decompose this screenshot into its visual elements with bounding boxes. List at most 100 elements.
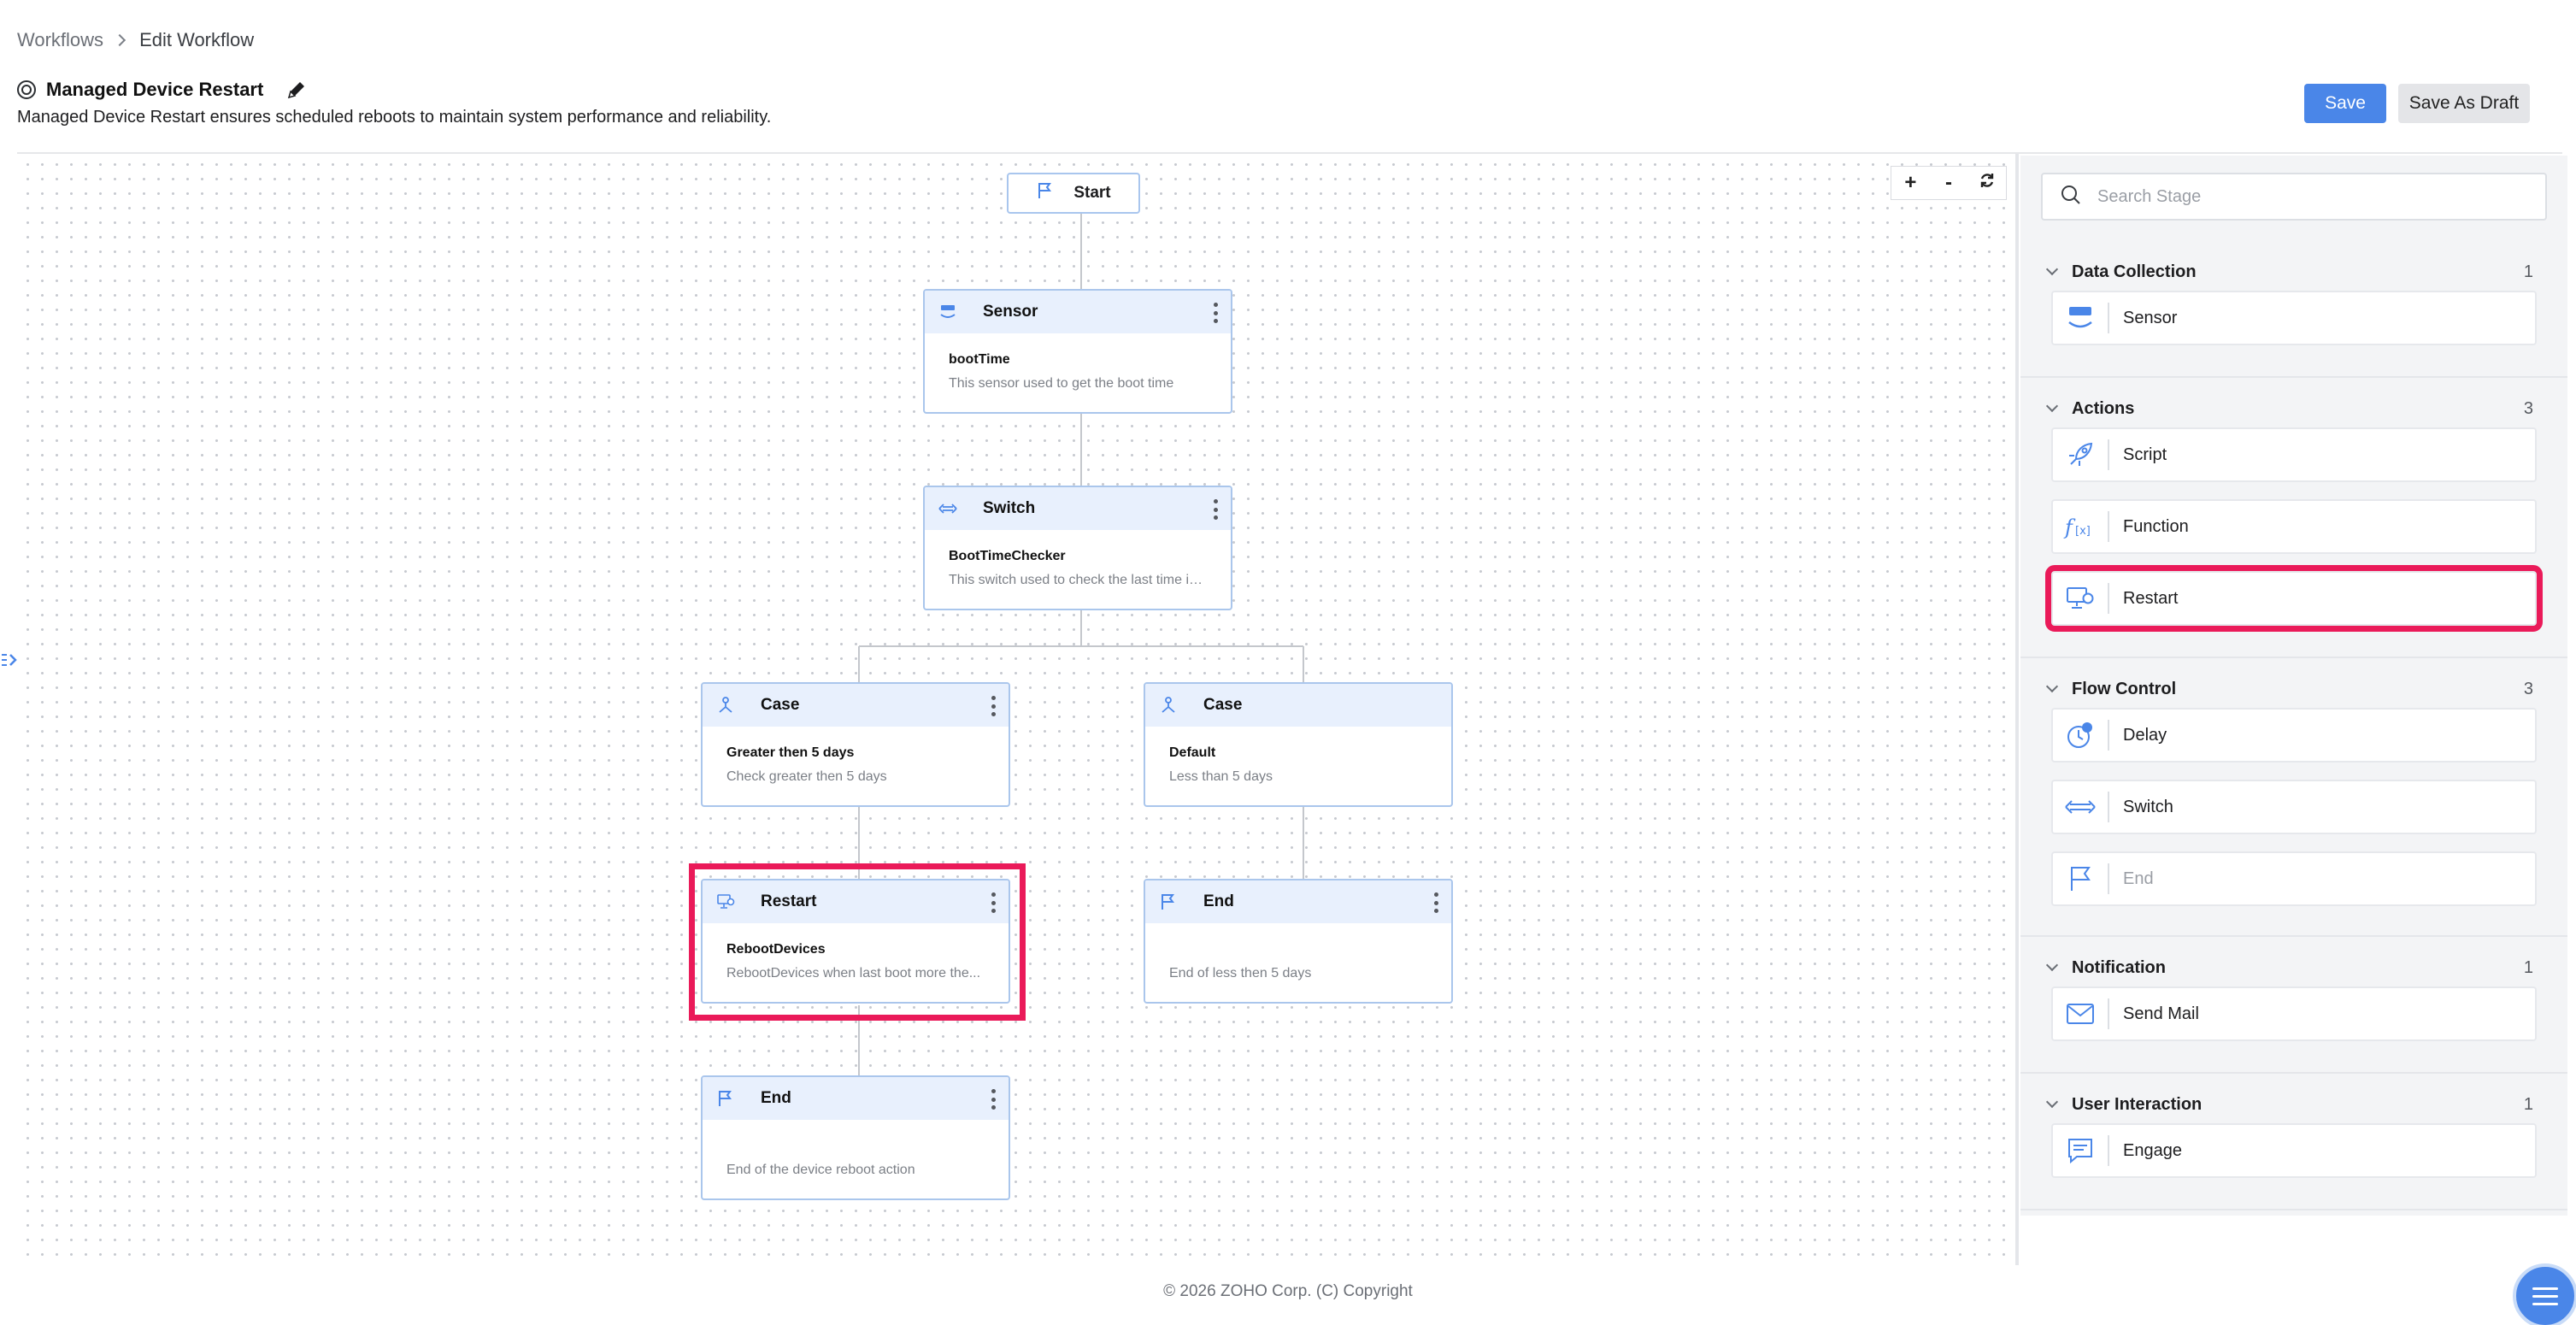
- breadcrumb-current: Edit Workflow: [139, 29, 255, 50]
- chevron-down-icon: [2045, 958, 2059, 972]
- footer-copyright: © 2026 ZOHO Corp. (C) Copyright: [1163, 1282, 1413, 1300]
- section-notification: Notification 1 Send Mail: [2020, 949, 2567, 1058]
- case-node-greater[interactable]: Case Greater then 5 days Check greater t…: [701, 682, 1010, 807]
- restart-icon: [2053, 573, 2108, 624]
- flag-icon: [1157, 891, 1179, 913]
- node-description: Less than 5 days: [1169, 769, 1273, 784]
- section-title: Flow Control: [2072, 679, 2177, 698]
- more-options-icon[interactable]: [1212, 303, 1219, 323]
- sensor-icon: [2053, 292, 2108, 344]
- section-actions: Actions 3 Script f [x] Function Restart: [2020, 390, 2567, 643]
- node-description: This switch used to check the last time …: [949, 573, 1207, 587]
- section-user-interaction: User Interaction 1 Engage: [2020, 1086, 2567, 1195]
- chevron-down-icon: [2045, 1095, 2059, 1109]
- end-node-reboot[interactable]: End End of the device reboot action: [701, 1075, 1010, 1200]
- refresh-icon: [1980, 174, 1993, 187]
- breadcrumb: Workflows Edit Workflow: [17, 29, 254, 51]
- stage-item-end[interactable]: End: [2051, 851, 2537, 906]
- chevron-right-icon: [113, 33, 126, 47]
- svg-text:f: f: [2063, 515, 2076, 539]
- node-title: Switch: [983, 499, 1036, 517]
- stage-search[interactable]: [2041, 173, 2547, 221]
- more-options-icon[interactable]: [990, 1089, 997, 1110]
- section-header[interactable]: Flow Control 3: [2020, 670, 2567, 708]
- menu-icon: [2532, 1287, 2558, 1290]
- stage-label: Sensor: [2123, 308, 2178, 327]
- stage-item-send-mail[interactable]: Send Mail: [2051, 986, 2537, 1041]
- node-description: This sensor used to get the boot time: [949, 376, 1174, 391]
- section-count: 3: [2523, 398, 2533, 418]
- stage-label: Delay: [2123, 725, 2167, 745]
- pencil-icon[interactable]: [285, 79, 308, 101]
- chat-icon: [2053, 1125, 2108, 1176]
- zoom-controls: + -: [1891, 166, 2007, 200]
- rocket-icon: [2053, 429, 2108, 480]
- section-header[interactable]: Actions 3: [2020, 390, 2567, 427]
- switch-icon: [2053, 781, 2108, 833]
- save-button[interactable]: Save: [2304, 84, 2386, 123]
- zoom-in-button[interactable]: +: [1893, 171, 1927, 195]
- stage-item-sensor[interactable]: Sensor: [2051, 291, 2537, 345]
- node-name: bootTime: [949, 352, 1010, 367]
- section-title: Notification: [2072, 957, 2166, 977]
- more-options-icon[interactable]: [1432, 892, 1439, 913]
- node-description: Check greater then 5 days: [726, 769, 887, 784]
- switch-icon: [937, 498, 959, 520]
- section-data-collection: Data Collection 1 Sensor: [2020, 253, 2567, 362]
- flag-icon: [1036, 181, 1055, 205]
- stage-label: Function: [2123, 516, 2189, 536]
- section-title: Data Collection: [2072, 262, 2197, 281]
- function-icon: f [x]: [2053, 501, 2108, 552]
- search-icon: [2060, 184, 2082, 210]
- workflow-title-row: Managed Device Restart: [17, 79, 308, 101]
- flag-icon: [715, 1087, 737, 1110]
- node-name: Greater then 5 days: [726, 745, 855, 760]
- reset-zoom-button[interactable]: [1970, 171, 2004, 195]
- more-options-icon[interactable]: [990, 696, 997, 716]
- sensor-icon: [937, 301, 959, 323]
- restart-node-highlight: [689, 863, 1026, 1021]
- workflow-icon: [17, 80, 36, 99]
- section-divider: [2020, 376, 2567, 378]
- breadcrumb-workflows-link[interactable]: Workflows: [17, 29, 103, 51]
- section-header[interactable]: Data Collection 1: [2020, 253, 2567, 291]
- section-flow-control: Flow Control 3 Delay Switch End: [2020, 670, 2567, 923]
- search-stage-input[interactable]: [2097, 186, 2525, 207]
- stage-item-script[interactable]: Script: [2051, 427, 2537, 482]
- start-node[interactable]: Start: [1007, 173, 1140, 214]
- node-title: End: [761, 1089, 791, 1107]
- canvas-resize-handle[interactable]: [2015, 154, 2019, 1265]
- stage-item-switch[interactable]: Switch: [2051, 780, 2537, 834]
- end-node-default[interactable]: End End of less then 5 days: [1144, 879, 1453, 1004]
- section-header[interactable]: Notification 1: [2020, 949, 2567, 986]
- expand-sidebar-icon[interactable]: [0, 641, 19, 679]
- case-icon: [1157, 694, 1179, 716]
- section-count: 1: [2523, 1094, 2533, 1114]
- section-header[interactable]: User Interaction 1: [2020, 1086, 2567, 1123]
- page-title: Managed Device Restart: [46, 79, 264, 100]
- chevron-down-icon: [2045, 262, 2059, 276]
- stage-item-function[interactable]: f [x] Function: [2051, 499, 2537, 554]
- stage-item-delay[interactable]: Delay: [2051, 708, 2537, 763]
- section-count: 1: [2523, 957, 2533, 977]
- stage-item-restart[interactable]: Restart: [2045, 565, 2543, 632]
- stage-label: Script: [2123, 445, 2167, 464]
- chevron-down-icon: [2045, 399, 2059, 413]
- clock-icon: [2053, 710, 2108, 761]
- node-title: Sensor: [983, 303, 1038, 321]
- menu-button[interactable]: [2513, 1263, 2576, 1325]
- section-divider: [2020, 1209, 2567, 1210]
- zoom-out-button[interactable]: -: [1932, 171, 1966, 195]
- switch-node[interactable]: Switch BootTimeChecker This switch used …: [923, 486, 1232, 610]
- node-title: Case: [761, 696, 800, 714]
- node-name: BootTimeChecker: [949, 549, 1066, 563]
- more-options-icon[interactable]: [1212, 499, 1219, 520]
- save-as-draft-button[interactable]: Save As Draft: [2398, 84, 2530, 123]
- stage-label: End: [2123, 869, 2154, 888]
- case-node-default[interactable]: Case Default Less than 5 days: [1144, 682, 1453, 807]
- section-divider: [2020, 1072, 2567, 1074]
- start-label: Start: [1073, 184, 1111, 202]
- node-name: Default: [1169, 745, 1216, 760]
- stage-item-engage[interactable]: Engage: [2051, 1123, 2537, 1178]
- sensor-node[interactable]: Sensor bootTime This sensor used to get …: [923, 289, 1232, 414]
